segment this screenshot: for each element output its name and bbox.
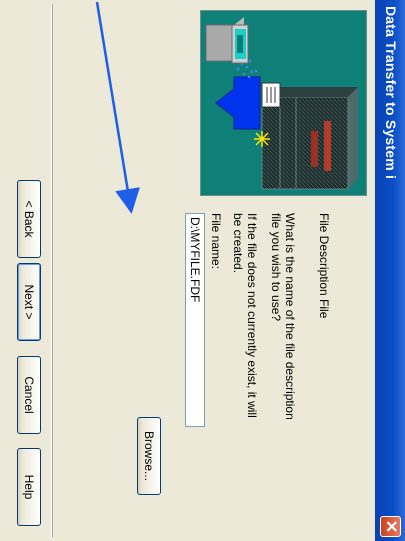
title-bar[interactable]: Data Transfer to System i ✕ (375, 0, 405, 541)
footer-separator (51, 4, 53, 537)
close-button[interactable]: ✕ (380, 516, 401, 537)
next-button[interactable]: Next > (17, 263, 41, 341)
dialog-body: File Description File What is the name o… (4, 4, 375, 537)
server-top (348, 87, 358, 189)
server-cabinet (261, 96, 349, 190)
browse-button[interactable]: Browse... (137, 417, 161, 495)
file-name-label: File name: (209, 213, 223, 270)
page-heading: File Description File (317, 213, 331, 319)
cancel-button[interactable]: Cancel (17, 356, 41, 434)
file-name-input[interactable] (185, 213, 205, 427)
close-icon: ✕ (382, 519, 399, 534)
server-light-2 (311, 131, 318, 167)
transfer-illustration (201, 11, 366, 195)
back-button[interactable]: < Back (17, 180, 41, 258)
wizard-illustration (200, 10, 367, 196)
pc-case (205, 24, 235, 62)
window-title: Data Transfer to System i (383, 6, 399, 180)
question-text: What is the name of the file description… (269, 213, 297, 420)
sparkle (254, 131, 270, 147)
help-button[interactable]: Help (17, 448, 41, 526)
note-text: If the file does not currently exist, it… (231, 213, 259, 418)
server-light-1 (324, 121, 331, 171)
dialog-window: Data Transfer to System i ✕ File Descrip… (0, 0, 405, 541)
